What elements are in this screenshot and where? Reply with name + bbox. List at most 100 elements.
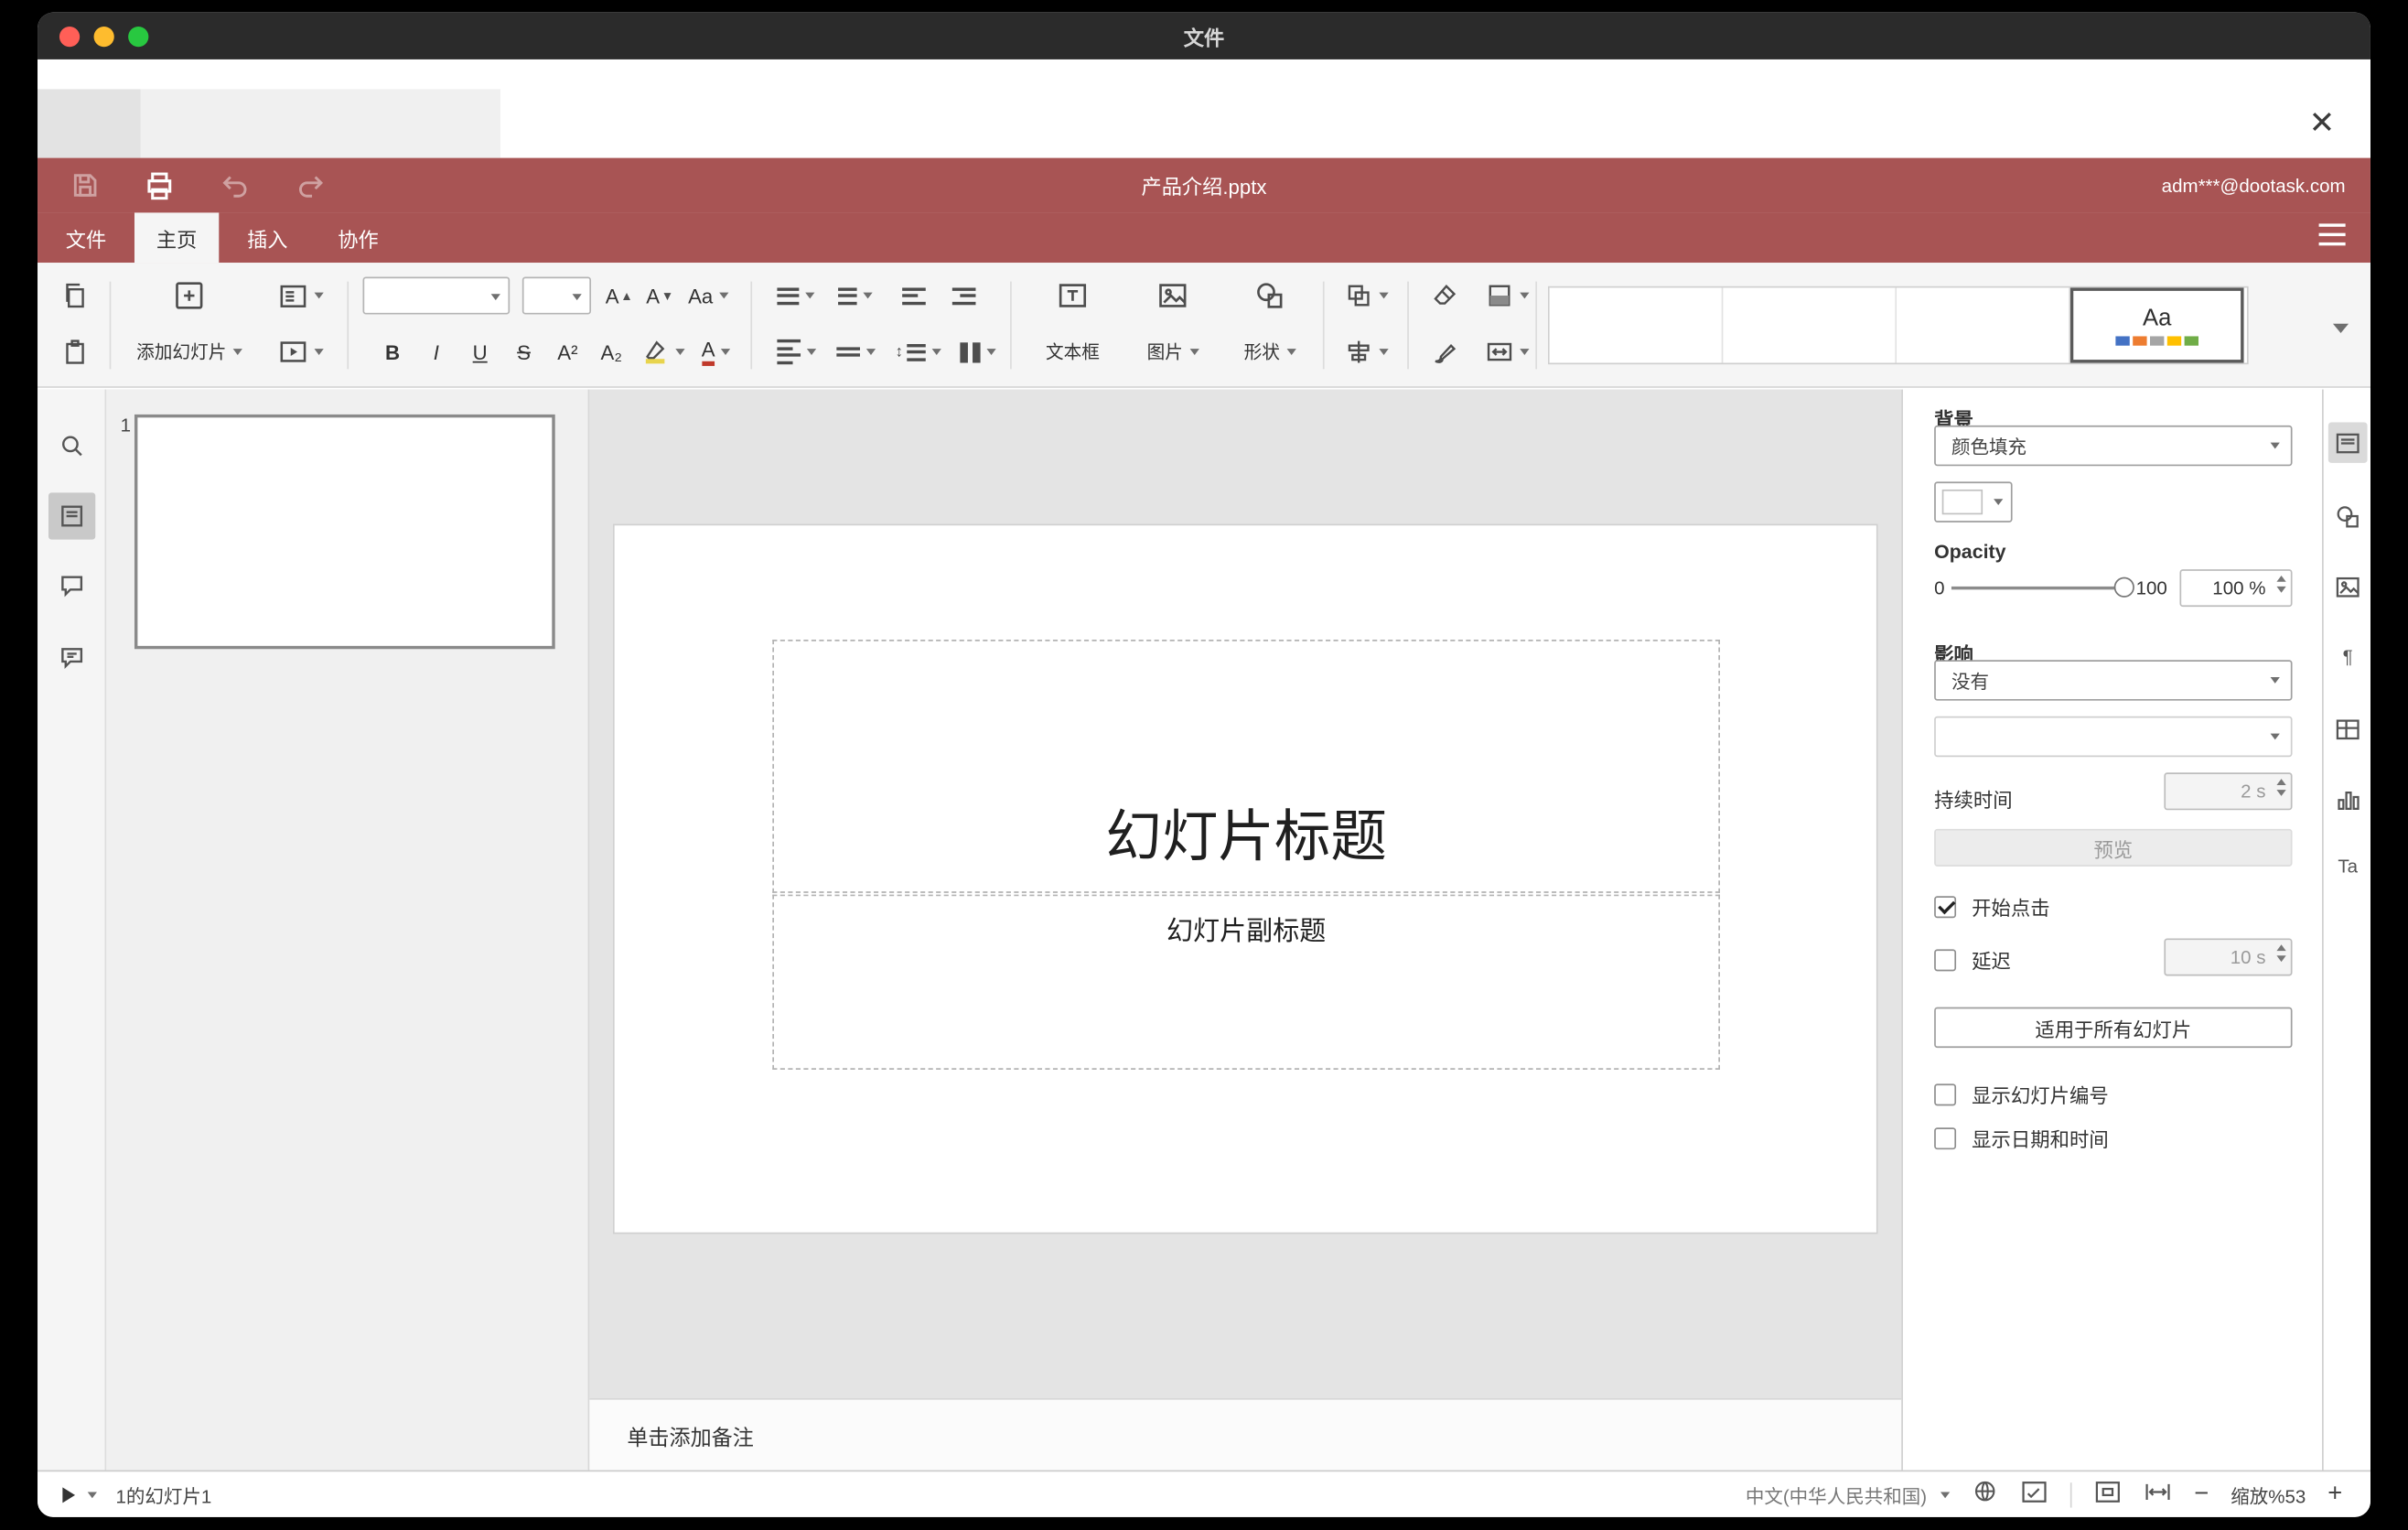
align-objects-button[interactable]	[1336, 329, 1398, 375]
zoom-traffic-button[interactable]	[128, 26, 149, 47]
font-size-select[interactable]	[521, 276, 592, 315]
gallery-expand-icon[interactable]	[2327, 313, 2349, 341]
copy-style-icon[interactable]	[1423, 329, 1467, 375]
shape-settings-icon[interactable]	[2328, 496, 2368, 536]
slide-layout-button[interactable]	[266, 272, 335, 318]
numbering-button[interactable]	[829, 272, 882, 318]
apply-to-all-button[interactable]: 适用于所有幻灯片	[1934, 1007, 2293, 1049]
add-slide-button[interactable]: 添加幻灯片	[122, 329, 256, 375]
close-traffic-button[interactable]	[59, 26, 81, 47]
preview-button[interactable]: 预览	[1934, 828, 2293, 867]
increase-indent-button[interactable]	[941, 272, 985, 318]
font-color-button[interactable]: A	[691, 329, 741, 375]
chart-settings-icon[interactable]	[2328, 779, 2368, 819]
strikeout-button[interactable]: S	[503, 329, 543, 375]
comments-icon[interactable]	[48, 563, 95, 609]
search-icon[interactable]	[48, 422, 95, 469]
theme-option-selected[interactable]: Aa	[2069, 287, 2244, 363]
start-on-click-checkbox[interactable]	[1934, 895, 1957, 918]
image-button[interactable]: 图片	[1129, 329, 1217, 375]
delay-spinner[interactable]	[2276, 944, 2286, 963]
show-date-time-row[interactable]: 显示日期和时间	[1934, 1123, 2109, 1152]
show-slide-number-row[interactable]: 显示幻灯片编号	[1934, 1079, 2109, 1108]
delay-input[interactable]: 10 s	[2164, 938, 2293, 976]
columns-button[interactable]	[951, 329, 1004, 375]
undo-icon[interactable]	[219, 169, 250, 200]
slide-thumbnail[interactable]	[134, 414, 555, 650]
duration-input[interactable]: 2 s	[2164, 772, 2293, 811]
slide-title-placeholder[interactable]: 幻灯片标题	[772, 640, 1720, 893]
save-icon[interactable]	[69, 169, 100, 200]
close-icon[interactable]: ✕	[2302, 103, 2342, 144]
start-preview-button[interactable]	[62, 1487, 97, 1503]
horizontal-align-button[interactable]	[769, 329, 822, 375]
textart-settings-icon[interactable]: Ta	[2328, 846, 2368, 887]
clear-style-icon[interactable]	[1423, 272, 1467, 318]
tab-insert[interactable]: 插入	[225, 212, 309, 263]
textbox-button[interactable]: 文本框	[1029, 329, 1117, 375]
italic-button[interactable]: I	[416, 329, 457, 375]
opacity-spinner[interactable]	[2276, 575, 2286, 593]
zoom-out-button[interactable]: −	[2194, 1482, 2209, 1510]
delay-checkbox[interactable]	[1934, 948, 1957, 971]
image-icon[interactable]	[1129, 272, 1217, 318]
theme-option[interactable]	[1897, 287, 2070, 363]
language-select[interactable]: 中文(中华人民共和国)	[1746, 1482, 1951, 1508]
shape-icon[interactable]	[1226, 272, 1314, 318]
tab-file[interactable]: 文件	[44, 212, 128, 263]
effect-select[interactable]: 没有	[1934, 660, 2293, 701]
underline-button[interactable]: U	[459, 329, 500, 375]
highlight-color-button[interactable]	[638, 329, 688, 375]
document-language-icon[interactable]	[1973, 1478, 1999, 1513]
slide-subtitle-placeholder[interactable]: 幻灯片副标题	[772, 894, 1720, 1071]
opacity-input[interactable]: 100 %	[2179, 569, 2293, 608]
textbox-icon[interactable]	[1029, 272, 1117, 318]
font-name-select[interactable]	[362, 276, 511, 315]
theme-option[interactable]	[1549, 287, 1724, 363]
redo-icon[interactable]	[294, 169, 325, 200]
paste-icon[interactable]	[53, 329, 97, 375]
superscript-button[interactable]: A²	[547, 329, 587, 375]
subscript-button[interactable]: A₂	[591, 329, 631, 375]
shape-fill-button[interactable]	[1476, 272, 1538, 318]
show-date-time-checkbox[interactable]	[1934, 1126, 1957, 1149]
add-slide-icon[interactable]	[163, 272, 216, 318]
line-spacing-button[interactable]: ↕	[891, 329, 944, 375]
show-slide-number-checkbox[interactable]	[1934, 1083, 1957, 1105]
menu-icon[interactable]	[2318, 223, 2346, 246]
effect-type-select[interactable]	[1934, 716, 2293, 758]
print-icon[interactable]	[144, 169, 175, 200]
duration-spinner[interactable]	[2276, 779, 2286, 796]
zoom-in-button[interactable]: +	[2327, 1482, 2342, 1510]
table-settings-icon[interactable]	[2328, 708, 2368, 749]
start-slideshow-button[interactable]	[266, 329, 335, 375]
slide-size-button[interactable]	[1476, 329, 1538, 375]
fit-slide-icon[interactable]	[2094, 1477, 2123, 1513]
background-color-select[interactable]	[1934, 481, 2013, 523]
change-case-button[interactable]: Aa	[682, 272, 735, 318]
shape-button[interactable]: 形状	[1226, 329, 1314, 375]
slides-panel-icon[interactable]	[48, 492, 96, 540]
paragraph-settings-icon[interactable]: ¶	[2328, 637, 2368, 677]
fit-width-icon[interactable]	[2145, 1477, 2173, 1513]
decrease-indent-button[interactable]	[891, 272, 935, 318]
theme-option[interactable]	[1723, 287, 1897, 363]
opacity-slider[interactable]	[1951, 576, 2134, 598]
tab-home[interactable]: 主页	[134, 212, 220, 264]
slide-settings-icon[interactable]	[2327, 422, 2368, 463]
arrange-button[interactable]	[1336, 272, 1398, 318]
bold-button[interactable]: B	[372, 329, 413, 375]
copy-icon[interactable]	[53, 272, 97, 318]
tab-collaboration[interactable]: 协作	[316, 212, 400, 263]
decrease-font-button[interactable]: A ▼	[641, 272, 679, 318]
bullets-button[interactable]	[769, 272, 822, 318]
minimize-traffic-button[interactable]	[93, 26, 114, 47]
delay-checkbox-row[interactable]: 延迟	[1934, 944, 2011, 974]
increase-font-button[interactable]: A ▲	[600, 272, 638, 318]
background-fill-select[interactable]: 颜色填充	[1934, 425, 2293, 467]
slide-editor[interactable]: 幻灯片标题 幻灯片副标题	[612, 523, 1878, 1234]
chat-icon[interactable]	[48, 635, 95, 682]
notes-area[interactable]: 单击添加备注	[589, 1397, 1902, 1471]
spellcheck-icon[interactable]	[2021, 1477, 2049, 1513]
opacity-slider-knob[interactable]	[2113, 576, 2134, 598]
